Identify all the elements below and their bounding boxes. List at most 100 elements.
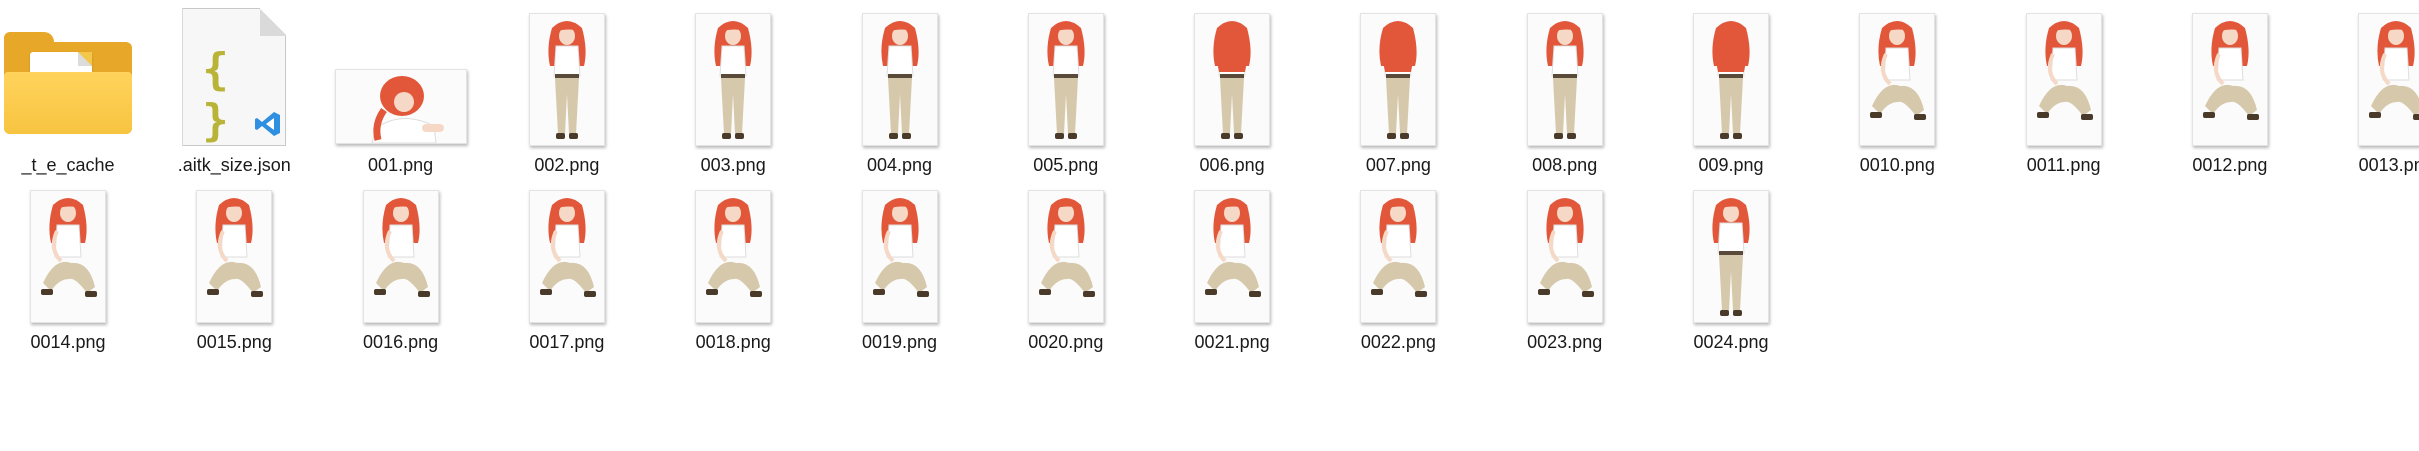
image-file-item[interactable]: 002.png (487, 6, 647, 181)
thumbnail-area (2150, 6, 2310, 146)
file-name-label: 006.png (1199, 155, 1265, 175)
thumbnail-area (1318, 6, 1478, 146)
file-name-label: 0014.png (30, 332, 106, 352)
character-figure (1205, 198, 1262, 297)
character-figure (1213, 21, 1251, 139)
thumbnail-area (986, 183, 1146, 323)
file-name-label: 0016.png (363, 332, 439, 352)
image-file-item[interactable]: 008.png (1485, 6, 1645, 181)
character-figure (1870, 21, 1927, 120)
image-file-item[interactable]: 0020.png (986, 183, 1146, 358)
character-figure (2036, 21, 2093, 120)
image-file-item[interactable]: 0021.png (1152, 183, 1312, 358)
thumbnail-area (321, 183, 481, 323)
thumbnail-area (653, 6, 813, 146)
image-file-item[interactable]: 0017.png (487, 183, 647, 358)
image-thumbnail (362, 190, 439, 323)
image-thumbnail (334, 69, 467, 144)
image-thumbnail (1526, 13, 1603, 146)
character-figure (1537, 198, 1594, 297)
thumbnail-area (2316, 6, 2419, 146)
image-file-item[interactable]: 0014.png (0, 183, 148, 358)
thumbnail-area (653, 183, 813, 323)
image-file-item[interactable]: 0019.png (820, 183, 980, 358)
file-name-label: 0012.png (2192, 155, 2268, 175)
image-file-item[interactable]: 001.png (321, 6, 481, 181)
image-file-item[interactable]: 0012.png (2150, 6, 2310, 181)
thumbnail-area: { } (154, 6, 314, 146)
thumbnail-area (154, 183, 314, 323)
file-name-label: 0015.png (196, 332, 272, 352)
image-file-item[interactable]: 003.png (653, 6, 813, 181)
image-file-item[interactable]: 006.png (1152, 6, 1312, 181)
character-figure (1379, 21, 1417, 139)
thumbnail-area (1651, 183, 1811, 323)
file-name-label: 0017.png (529, 332, 605, 352)
json-file-icon: { } (182, 8, 287, 146)
image-thumbnail (528, 13, 605, 146)
file-name-label: .aitk_size.json (177, 155, 291, 175)
image-thumbnail (1693, 13, 1769, 146)
image-thumbnail (30, 190, 106, 323)
folder-item[interactable]: _t_e_cache (0, 6, 148, 181)
image-file-item[interactable]: 0018.png (653, 183, 813, 358)
file-item[interactable]: { } .aitk_size.json (154, 6, 314, 181)
image-thumbnail (2025, 13, 2102, 146)
image-thumbnail (1027, 13, 1104, 146)
image-file-item[interactable]: 0023.png (1485, 183, 1645, 358)
file-name-label: 0020.png (1028, 332, 1104, 352)
image-thumbnail (1859, 13, 1936, 146)
image-file-item[interactable]: 007.png (1318, 6, 1478, 181)
character-figure (207, 198, 264, 297)
character-figure (1038, 198, 1095, 297)
file-name-label: 007.png (1365, 155, 1431, 175)
file-name-label: 009.png (1698, 155, 1764, 175)
image-file-item[interactable]: 005.png (986, 6, 1146, 181)
thumbnail-area (1984, 6, 2144, 146)
image-file-item[interactable]: 0016.png (321, 183, 481, 358)
image-thumbnail (2358, 13, 2419, 146)
character-figure (2369, 21, 2419, 120)
image-file-item[interactable]: 0024.png (1651, 183, 1811, 358)
file-name-label: 0024.png (1693, 332, 1769, 352)
image-thumbnail (1693, 190, 1769, 323)
character-figure (548, 21, 586, 139)
thumbnail-area (0, 6, 148, 146)
character-figure (371, 76, 444, 143)
thumbnail-area (1152, 183, 1312, 323)
image-file-item[interactable]: 0010.png (1817, 6, 1977, 181)
character-figure (1712, 198, 1750, 316)
file-name-label: 005.png (1033, 155, 1099, 175)
file-name-label: 004.png (866, 155, 933, 175)
image-file-item[interactable]: 004.png (820, 6, 980, 181)
image-thumbnail (196, 190, 273, 323)
image-thumbnail (1526, 190, 1603, 323)
thumbnail-area (1817, 6, 1977, 146)
image-thumbnail (861, 13, 938, 146)
image-file-item[interactable]: 009.png (1651, 6, 1811, 181)
character-figure (2202, 21, 2259, 120)
thumbnail-area (1485, 183, 1645, 323)
image-file-item[interactable]: 0011.png (1984, 6, 2144, 181)
thumbnail-area (1651, 6, 1811, 146)
thumbnail-area (321, 6, 481, 146)
image-thumbnail (695, 13, 772, 146)
file-name-label: 0022.png (1360, 332, 1436, 352)
image-thumbnail (1360, 13, 1437, 146)
image-file-item[interactable]: 0015.png (154, 183, 314, 358)
image-thumbnail (1194, 13, 1271, 146)
folder-icon (4, 32, 132, 134)
file-name-label: 0021.png (1194, 332, 1270, 352)
character-figure (41, 198, 97, 297)
image-thumbnail (2191, 13, 2268, 146)
file-name-label: 0013.png (2358, 155, 2419, 175)
image-file-item[interactable]: 0013.png (2316, 6, 2419, 181)
image-file-item[interactable]: 0022.png (1318, 183, 1478, 358)
image-thumbnail (1194, 190, 1271, 323)
character-figure (1546, 21, 1584, 139)
vscode-icon (255, 112, 281, 136)
thumbnail-area (986, 6, 1146, 146)
character-figure (539, 198, 596, 297)
character-figure (872, 198, 929, 297)
image-thumbnail (1360, 190, 1437, 323)
